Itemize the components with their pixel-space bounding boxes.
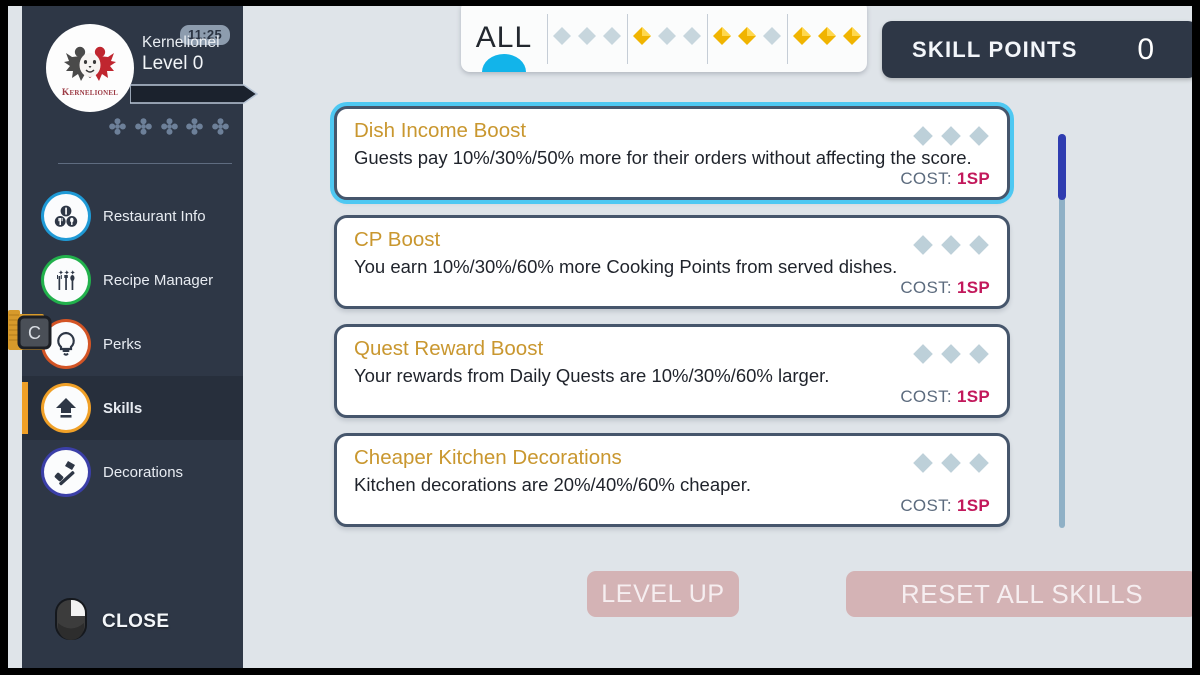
diamond-empty-icon — [683, 27, 701, 45]
skill-points-value: 0 — [1137, 32, 1154, 66]
recipe-manager-icon: ✦✦✦ — [44, 258, 88, 302]
skill-card[interactable]: Cheaper Kitchen Decorations Kitchen deco… — [334, 433, 1010, 527]
tab-tier-2[interactable] — [707, 6, 787, 72]
close-label: CLOSE — [102, 610, 170, 632]
close-button[interactable]: CLOSE — [54, 597, 169, 646]
diamond-empty-icon — [969, 126, 989, 146]
skill-cost-value: 1SP — [956, 278, 990, 297]
sidebar-item-label: Restaurant Info — [103, 207, 206, 225]
skill-title: CP Boost — [354, 228, 441, 251]
diamond-empty-icon — [941, 453, 961, 473]
diamond-empty-icon — [763, 27, 781, 45]
reset-all-skills-button[interactable]: RESET ALL SKILLS — [846, 571, 1192, 617]
restaurant-info-icon — [44, 194, 88, 238]
sidebar-item-recipe-manager[interactable]: ✦✦✦ Recipe Manager — [22, 248, 243, 312]
skill-cost-value: 1SP — [956, 387, 990, 406]
sidebar-item-label: Decorations — [103, 463, 184, 481]
lion-logo-icon — [64, 43, 116, 92]
diamond-empty-icon — [969, 235, 989, 255]
diamond-empty-icon — [603, 27, 621, 45]
skills-upgrade-icon — [44, 386, 88, 430]
skill-cost-label: COST: — [900, 169, 952, 188]
decorations-hammer-icon — [44, 450, 88, 494]
skill-points-panel: SKILL POINTS 0 — [882, 21, 1192, 78]
skill-card[interactable]: Quest Reward Boost Your rewards from Dai… — [334, 324, 1010, 418]
tab-tier-0[interactable] — [547, 6, 627, 72]
skill-cost: COST: 1SP — [900, 278, 990, 298]
diamond-empty-icon — [913, 453, 933, 473]
sidebar-item-decorations[interactable]: Decorations — [22, 440, 243, 504]
sidebar-divider — [58, 163, 232, 164]
sidebar-item-label: Recipe Manager — [103, 271, 214, 289]
diamond-empty-icon — [941, 235, 961, 255]
diamond-filled-icon — [843, 27, 861, 45]
skill-tier-diamonds — [911, 342, 991, 366]
level-ornaments — [109, 118, 229, 135]
skill-description: Guests pay 10%/30%/50% more for their or… — [354, 146, 972, 168]
player-level: Level 0 — [142, 53, 204, 74]
sidebar-item-skills[interactable]: Skills — [22, 376, 243, 440]
diamond-empty-icon — [553, 27, 571, 45]
diamond-filled-icon — [633, 27, 651, 45]
game-viewport: 11:25 Kernelionel Kernelionel Level 0 Re… — [8, 6, 1192, 668]
tab-tier-3[interactable] — [787, 6, 867, 72]
mouse-right-click-icon — [54, 597, 88, 646]
diamond-empty-icon — [941, 126, 961, 146]
skill-cost-label: COST: — [900, 278, 952, 297]
level-up-button[interactable]: LEVEL UP — [587, 571, 739, 617]
avatar-logo-text: Kernelionel — [61, 87, 119, 98]
diamond-empty-icon — [969, 344, 989, 364]
skill-title: Cheaper Kitchen Decorations — [354, 446, 622, 469]
skill-title: Quest Reward Boost — [354, 337, 544, 360]
skill-cost-label: COST: — [900, 387, 952, 406]
diamond-empty-icon — [913, 344, 933, 364]
skill-cost-label: COST: — [900, 496, 952, 515]
diamond-filled-icon — [793, 27, 811, 45]
skill-card[interactable]: CP Boost You earn 10%/30%/60% more Cooki… — [334, 215, 1010, 309]
rarity-filter-tabs: ALL — [461, 6, 867, 72]
skill-cost-value: 1SP — [956, 496, 990, 515]
skill-cost: COST: 1SP — [900, 387, 990, 407]
skill-title: Dish Income Boost — [354, 119, 527, 142]
skill-description: Kitchen decorations are 20%/40%/60% chea… — [354, 473, 751, 495]
tab-active-indicator — [482, 54, 526, 72]
diamond-empty-icon — [578, 27, 596, 45]
tab-all-label: ALL — [475, 21, 533, 54]
diamond-filled-icon — [818, 27, 836, 45]
key-hint-label: C — [28, 323, 41, 343]
avatar[interactable]: Kernelionel — [46, 24, 134, 112]
skill-list: Dish Income Boost Guests pay 10%/30%/50%… — [334, 106, 1010, 542]
skill-cost: COST: 1SP — [900, 496, 990, 516]
player-name: Kernelionel — [142, 34, 220, 51]
skill-points-label: SKILL POINTS — [912, 36, 1078, 62]
skill-description: Your rewards from Daily Quests are 10%/3… — [354, 364, 830, 386]
diamond-empty-icon — [969, 453, 989, 473]
xp-progress-bar — [129, 81, 259, 107]
skill-description: You earn 10%/30%/60% more Cooking Points… — [354, 255, 898, 277]
diamond-filled-icon — [713, 27, 731, 45]
tab-all[interactable]: ALL — [461, 6, 547, 72]
game-screen: 11:25 Kernelionel Kernelionel Level 0 Re… — [0, 0, 1200, 675]
key-hint-c: C — [8, 306, 60, 358]
diamond-empty-icon — [658, 27, 676, 45]
skill-tier-diamonds — [911, 233, 991, 257]
diamond-filled-icon — [738, 27, 756, 45]
skill-cost-value: 1SP — [956, 169, 990, 188]
diamond-empty-icon — [913, 235, 933, 255]
scrollbar-thumb[interactable] — [1058, 134, 1066, 200]
tab-tier-1[interactable] — [627, 6, 707, 72]
skill-card[interactable]: Dish Income Boost Guests pay 10%/30%/50%… — [334, 106, 1010, 200]
diamond-empty-icon — [913, 126, 933, 146]
skill-cost: COST: 1SP — [900, 169, 990, 189]
skill-tier-diamonds — [911, 124, 991, 148]
sidebar-item-label: Skills — [103, 399, 143, 417]
skill-tier-diamonds — [911, 451, 991, 475]
sidebar-item-label: Perks — [103, 335, 142, 353]
sidebar-item-restaurant-info[interactable]: Restaurant Info — [22, 184, 243, 248]
diamond-empty-icon — [941, 344, 961, 364]
